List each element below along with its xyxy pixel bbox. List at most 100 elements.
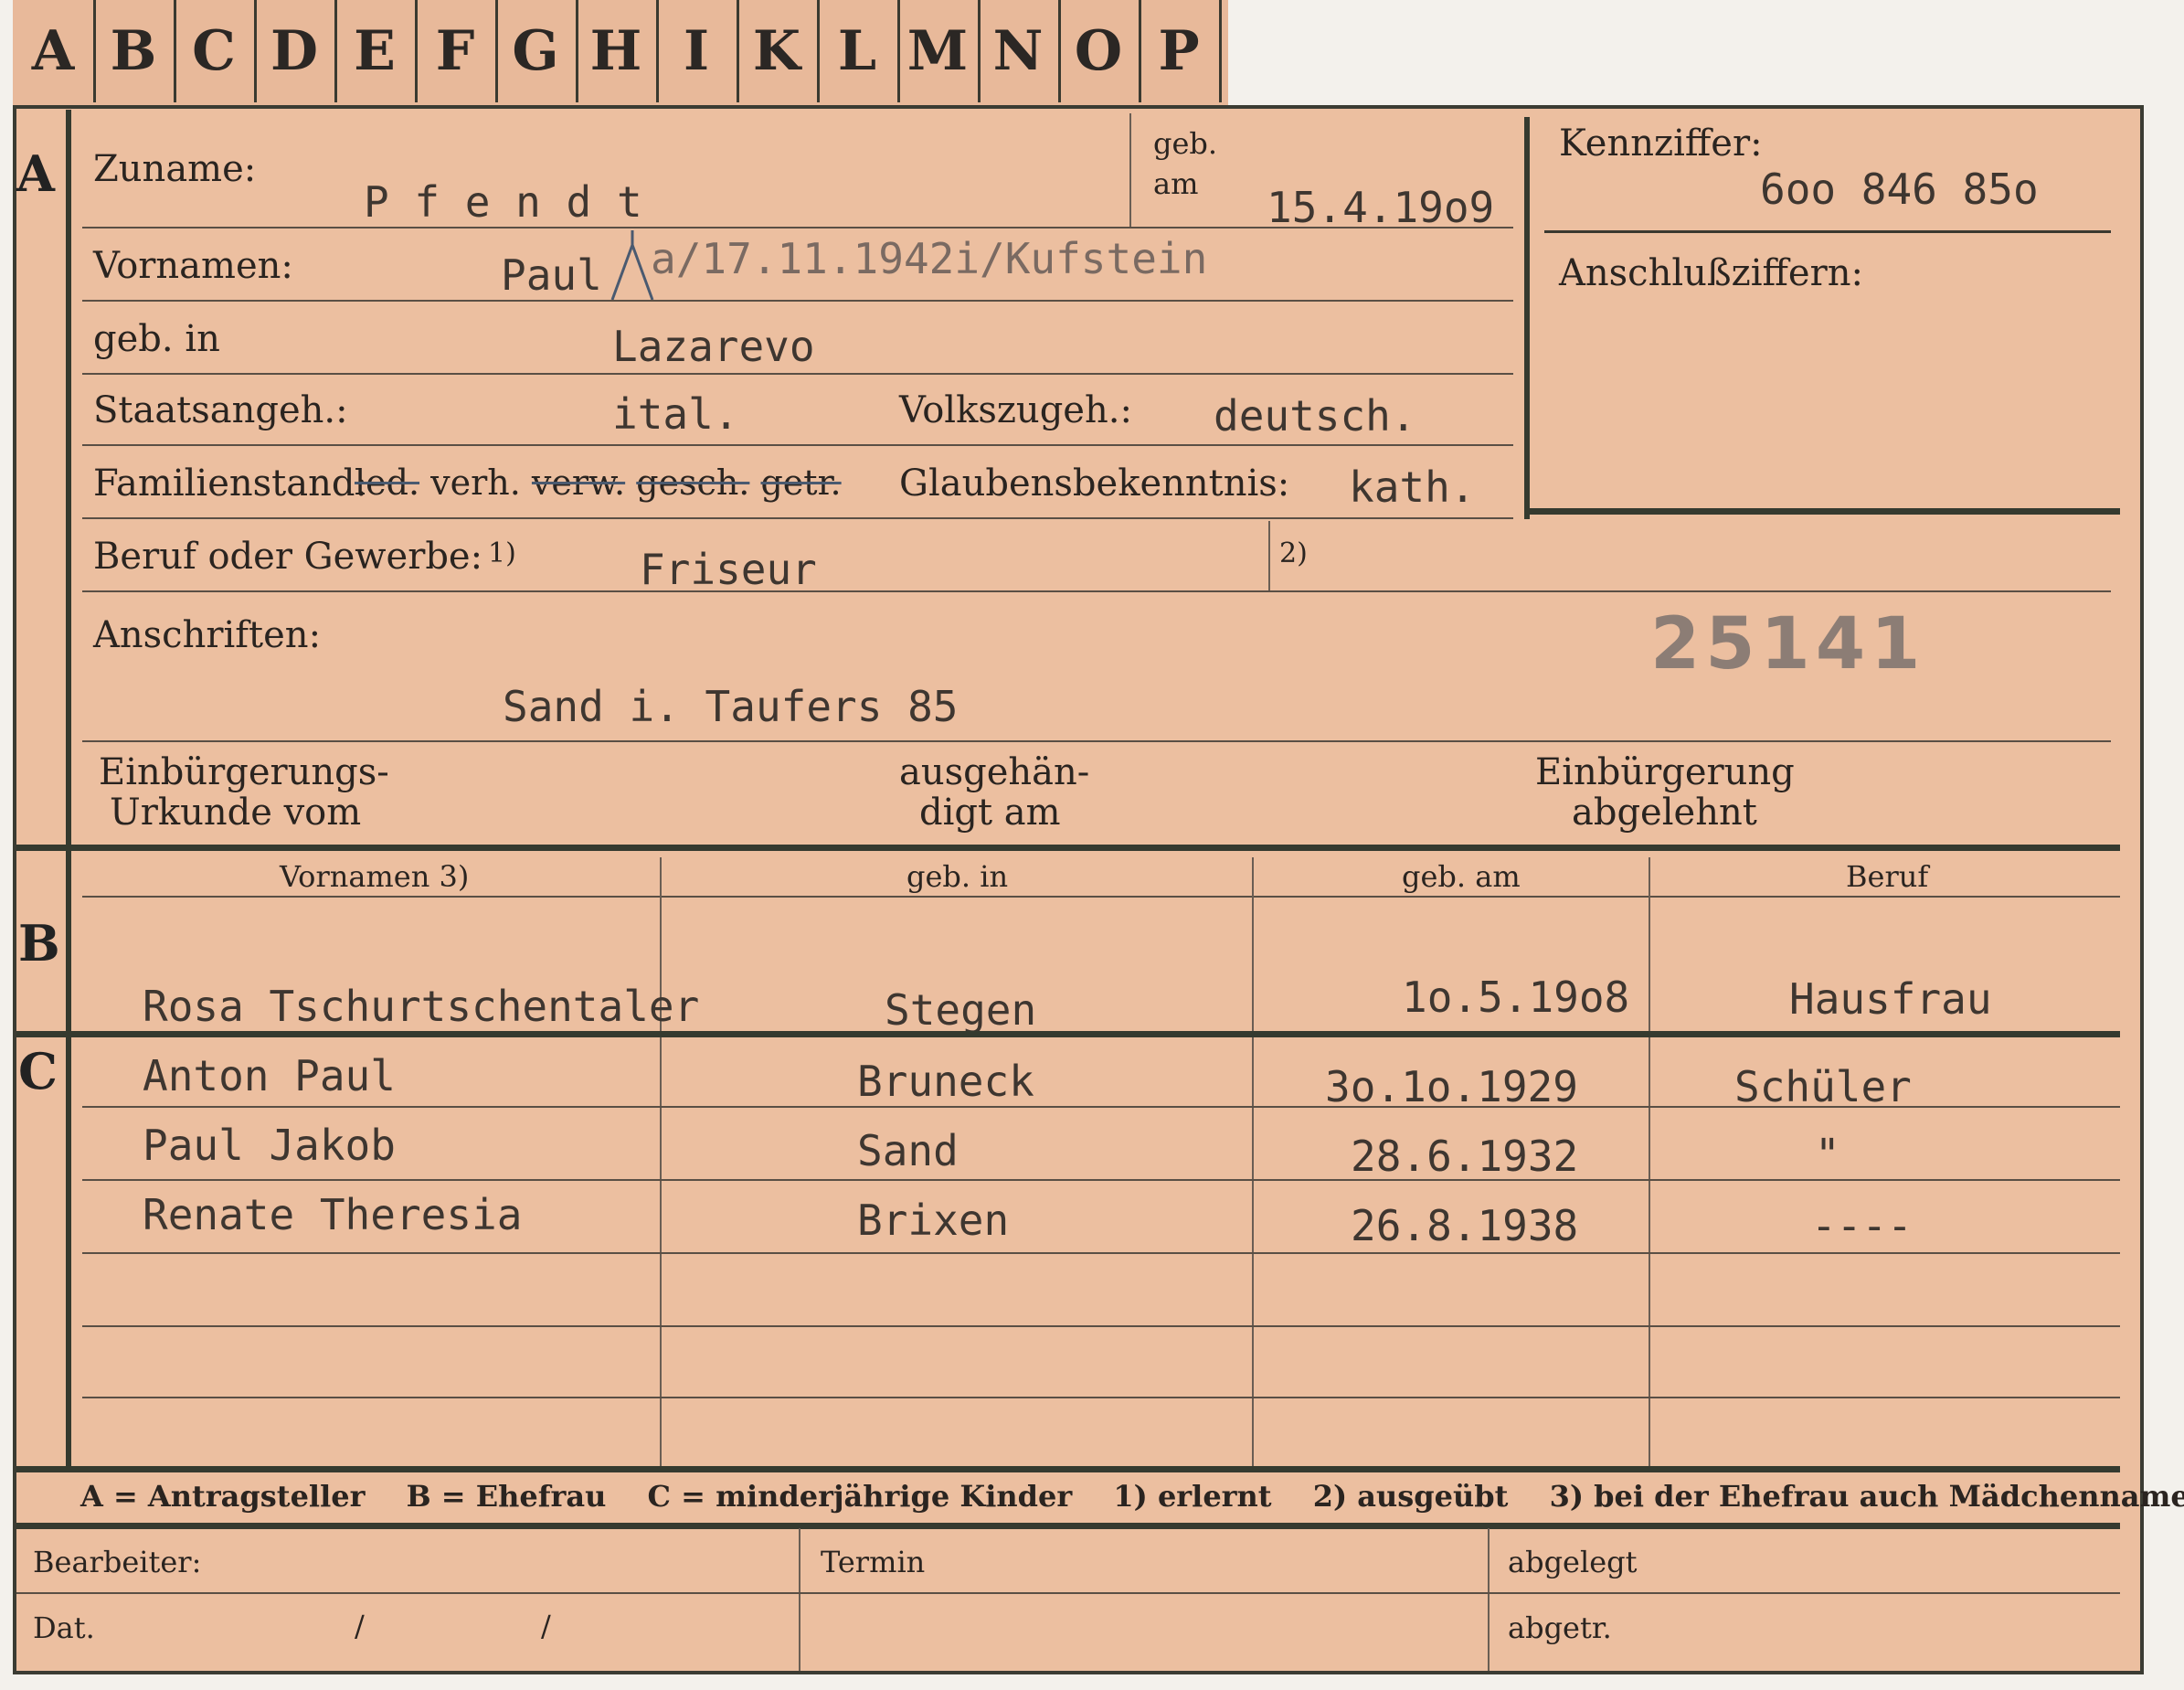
section-c-top-rule (16, 1031, 2120, 1037)
familienstand-options: led. verh. verw. gesch. getr. (355, 462, 842, 503)
kennziffer-box-left (1524, 117, 1530, 519)
child-birthdate: 26.8.1938 (1351, 1201, 1579, 1250)
legend-note-2: 2) ausgeübt (1312, 1479, 1509, 1514)
left-margin-rule (66, 110, 71, 1467)
tab-l: L (817, 0, 900, 102)
tab-d: D (254, 0, 337, 102)
vornamen-note: a/17.11.1942i/Kufstein (651, 234, 1208, 283)
tab-b: B (93, 0, 176, 102)
dat-label: Dat. (33, 1610, 95, 1645)
office-mid-rule (16, 1592, 2120, 1594)
office-divider (1488, 1528, 1490, 1671)
legend-a: A = Antragsteller (80, 1479, 366, 1514)
tab-i: I (656, 0, 739, 102)
header-beruf: Beruf (1846, 859, 1929, 894)
column-divider (1649, 857, 1650, 1468)
row-rule (82, 444, 1513, 446)
section-b-marker: B (18, 914, 60, 973)
legend: A = Antragsteller B = Ehefrau C = minder… (80, 1479, 2184, 1514)
termin-label: Termin (821, 1545, 926, 1579)
legend-b: B = Ehefrau (406, 1479, 607, 1514)
einb-urkunde-label-1: Einbürgerungs- (99, 751, 389, 793)
child-name: Anton Paul (143, 1051, 396, 1100)
child-birthplace: Sand (857, 1126, 959, 1175)
zuname-label: Zuname: (93, 148, 257, 190)
office-divider (799, 1528, 800, 1671)
ausgehaendigt-label-2: digt am (919, 792, 1061, 834)
header-geb-in: geb. in (906, 859, 1009, 894)
volkszugeh-value: deutsch. (1214, 391, 1416, 441)
legend-c: C = minderjährige Kinder (647, 1479, 1073, 1514)
beruf-footnote-1: 1) (488, 537, 516, 569)
geb-label: geb. (1153, 126, 1218, 161)
row-rule (82, 373, 1513, 375)
legend-note-3: 3) bei der Ehefrau auch Mädchenname (1549, 1479, 2184, 1514)
legend-note-1: 1) erlernt (1113, 1479, 1272, 1514)
child-birthplace: Brixen (857, 1196, 1010, 1245)
row-rule (82, 517, 1513, 519)
abgetr-label: abgetr. (1508, 1610, 1612, 1645)
child-birthplace: Bruneck (857, 1057, 1034, 1106)
row-rule (82, 227, 1513, 229)
office-top-rule (16, 1523, 2120, 1529)
vornamen-label: Vornamen: (93, 245, 293, 287)
familienstand-option-gesch: gesch. (636, 462, 750, 503)
anschlussziffern-label: Anschlußziffern: (1559, 252, 1863, 294)
spouse-birthplace: Stegen (885, 985, 1037, 1035)
caret-mark-icon (610, 230, 654, 301)
dat-separator: / (541, 1609, 551, 1643)
tab-k: K (737, 0, 820, 102)
familienstand-option-verw: verw. (531, 462, 626, 503)
geb-in-label: geb. in (93, 318, 220, 360)
row-rule (82, 1397, 2120, 1398)
volkszugeh-label: Volkszugeh.: (899, 389, 1132, 431)
child-occupation: Schüler (1734, 1062, 1912, 1111)
tab-g: G (495, 0, 578, 102)
row-rule (82, 300, 1513, 302)
tab-c: C (174, 0, 257, 102)
kennziffer-value: 6oo 846 85o (1760, 165, 2039, 214)
abgelegt-label: abgelegt (1508, 1545, 1638, 1579)
row-rule (82, 1325, 2120, 1327)
familienstand-label: Familienstand: (93, 462, 367, 505)
row-rule (82, 590, 2111, 592)
header-geb-am: geb. am (1402, 859, 1521, 894)
staatsangeh-label: Staatsangeh.: (93, 389, 348, 431)
child-occupation: ---- (1811, 1201, 1913, 1250)
tab-n: N (978, 0, 1061, 102)
anschriften-value: Sand i. Taufers 85 (503, 682, 959, 731)
geb-in-value: Lazarevo (612, 322, 815, 371)
spouse-birthdate: 1o.5.19o8 (1402, 973, 1630, 1022)
kennziffer-label: Kennziffer: (1559, 122, 1763, 165)
anschriften-label: Anschriften: (93, 614, 322, 656)
beruf-label: Beruf oder Gewerbe: (93, 536, 483, 578)
child-birthdate: 28.6.1932 (1351, 1132, 1579, 1181)
familienstand-option-getr: getr. (760, 462, 842, 503)
ausgehaendigt-label-1: ausgehän- (899, 751, 1090, 793)
child-birthdate: 3o.1o.1929 (1325, 1062, 1578, 1111)
tab-p: P (1139, 0, 1222, 102)
child-occupation: " (1815, 1130, 1840, 1179)
row-rule (82, 1179, 2120, 1181)
beruf-footnote-2: 2) (1279, 537, 1308, 569)
vornamen-value: Paul (501, 250, 602, 300)
section-c-marker: C (18, 1042, 58, 1100)
row-rule (82, 740, 2111, 742)
glaubens-value: kath. (1349, 462, 1476, 512)
column-divider (660, 857, 662, 1468)
child-name: Renate Theresia (143, 1190, 523, 1239)
tab-h: H (576, 0, 659, 102)
section-a-marker: A (16, 144, 55, 203)
kennziffer-box-bottom (1524, 508, 2120, 515)
dat-separator: / (355, 1609, 365, 1643)
spouse-occupation: Hausfrau (1789, 974, 1992, 1024)
familienstand-option-led: led. (355, 462, 420, 503)
beruf-value: Friseur (640, 545, 817, 594)
row-rule (82, 1106, 2120, 1108)
tab-a: A (13, 0, 96, 102)
stamp-number: 25141 (1650, 603, 1926, 686)
glaubens-label: Glaubensbekenntnis: (899, 462, 1290, 505)
familienstand-option-verh: verh. (430, 462, 521, 503)
kennziffer-divider (1544, 230, 2111, 233)
tab-e: E (334, 0, 418, 102)
